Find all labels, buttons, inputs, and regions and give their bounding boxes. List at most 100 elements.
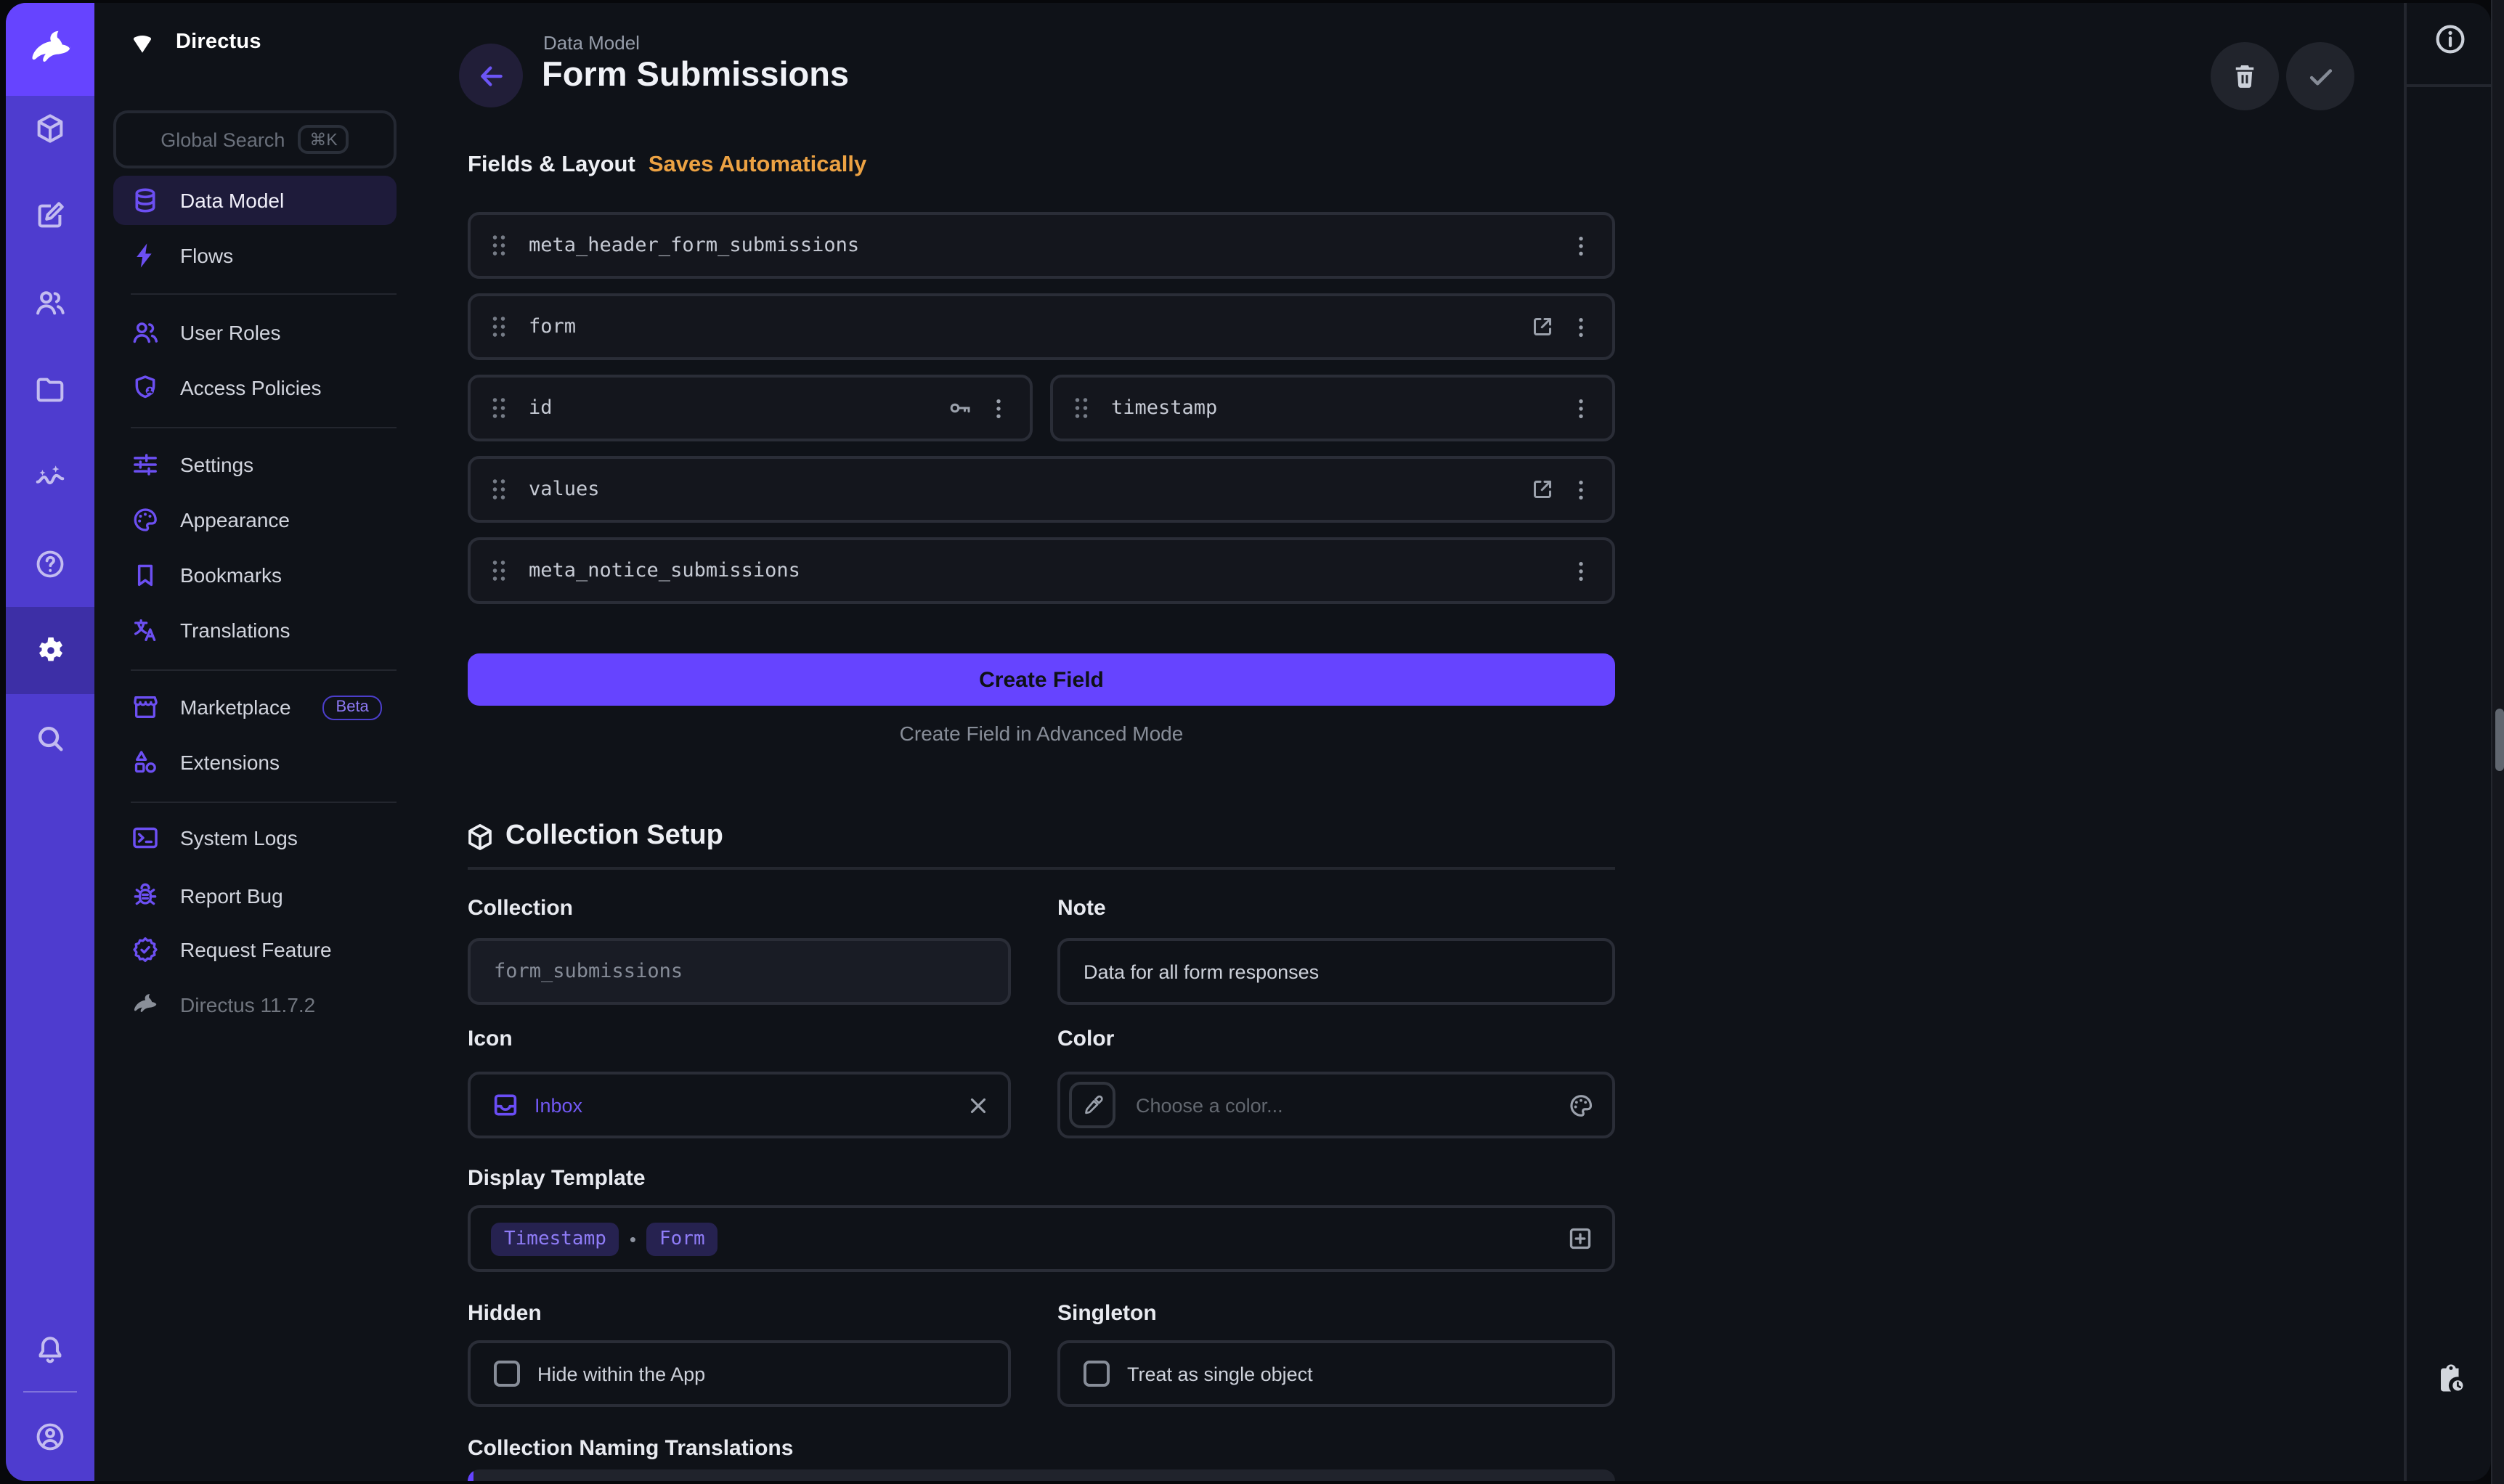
module-content-button[interactable] — [6, 84, 94, 171]
global-search-input[interactable]: Global Search ⌘K — [113, 110, 397, 168]
field-row-meta-header[interactable]: meta_header_form_submissions — [468, 212, 1615, 279]
module-editor-button[interactable] — [6, 171, 94, 258]
kebab-menu-icon[interactable] — [985, 394, 1012, 422]
sidebar-item-extensions[interactable]: Extensions — [113, 738, 397, 787]
module-files-button[interactable] — [6, 346, 94, 433]
sidebar-item-bookmarks[interactable]: Bookmarks — [113, 550, 397, 600]
delete-collection-button[interactable] — [2211, 42, 2279, 110]
sidebar-item-data-model[interactable]: Data Model — [113, 176, 397, 225]
beta-badge: Beta — [323, 695, 382, 719]
project-logo-icon — [128, 28, 157, 57]
color-input[interactable]: Choose a color... — [1057, 1072, 1615, 1138]
field-row-form[interactable]: form — [468, 293, 1615, 360]
collection-setup-heading: Collection Setup — [465, 820, 723, 852]
kebab-menu-icon[interactable] — [1567, 232, 1595, 259]
eyedropper-button[interactable] — [1069, 1082, 1115, 1128]
drag-handle-icon[interactable] — [488, 229, 510, 261]
collection-label: Collection — [468, 896, 573, 921]
open-relation-icon[interactable] — [1529, 476, 1556, 502]
advanced-mode-link[interactable]: Create Field in Advanced Mode — [468, 722, 1615, 745]
drag-handle-icon[interactable] — [488, 473, 510, 505]
scrollbar-thumb[interactable] — [2495, 709, 2503, 771]
field-row-values[interactable]: values — [468, 456, 1615, 523]
singleton-field[interactable]: Treat as single object — [1057, 1340, 1615, 1407]
icon-input[interactable]: Inbox — [468, 1072, 1011, 1138]
module-search-button[interactable] — [6, 694, 94, 781]
module-insights-button[interactable] — [6, 433, 94, 520]
save-button[interactable] — [2286, 42, 2354, 110]
module-help-button[interactable] — [6, 520, 94, 607]
singleton-checkbox[interactable] — [1084, 1361, 1110, 1387]
bolt-icon — [131, 241, 160, 270]
palette-icon[interactable] — [1567, 1091, 1595, 1119]
color-placeholder: Choose a color... — [1115, 1094, 1283, 1116]
scrollbar-track[interactable] — [2491, 0, 2504, 1484]
avatar-icon — [33, 1419, 67, 1453]
nav-divider — [131, 293, 397, 295]
open-relation-icon[interactable] — [1529, 314, 1556, 340]
settings-gear-icon — [33, 633, 68, 668]
hidden-checkbox[interactable] — [494, 1361, 520, 1387]
sidebar-item-version: Directus 11.7.2 — [113, 980, 397, 1030]
hidden-field[interactable]: Hide within the App — [468, 1340, 1011, 1407]
template-chip-timestamp[interactable]: Timestamp — [491, 1222, 619, 1255]
back-button[interactable] — [459, 44, 523, 107]
color-label: Color — [1057, 1027, 1114, 1051]
module-users-button[interactable] — [6, 258, 94, 346]
kebab-menu-icon[interactable] — [1567, 557, 1595, 584]
sidebar-item-report-bug[interactable]: Report Bug — [113, 871, 397, 921]
sidebar-item-translations[interactable]: Translations — [113, 606, 397, 655]
field-row-timestamp[interactable]: timestamp — [1050, 375, 1615, 441]
module-settings-button[interactable] — [6, 607, 94, 694]
drag-handle-icon[interactable] — [1070, 392, 1092, 424]
notifications-button[interactable] — [6, 1317, 94, 1381]
display-template-label: Display Template — [468, 1166, 646, 1191]
kebab-menu-icon[interactable] — [1567, 313, 1595, 341]
field-row-id[interactable]: id — [468, 375, 1033, 441]
sidebar-item-label: Report Bug — [180, 884, 283, 908]
check-icon — [2304, 60, 2336, 92]
field-name: meta_notice_submissions — [529, 559, 1567, 582]
sidebar-item-label: Bookmarks — [180, 563, 282, 587]
drag-handle-icon[interactable] — [488, 392, 510, 424]
field-row-meta-notice[interactable]: meta_notice_submissions — [468, 537, 1615, 604]
user-avatar-button[interactable] — [6, 1404, 94, 1468]
display-template-input[interactable]: Timestamp • Form — [468, 1205, 1615, 1272]
terminal-icon — [131, 823, 160, 852]
badge-check-icon — [131, 935, 160, 964]
translations-input-partial[interactable] — [468, 1469, 1615, 1481]
collection-value: form_submissions — [471, 960, 683, 983]
template-chip-form[interactable]: Form — [646, 1222, 718, 1255]
info-button[interactable] — [2407, 22, 2491, 57]
sidebar-item-user-roles[interactable]: User Roles — [113, 308, 397, 357]
sidebar-item-settings[interactable]: Settings — [113, 440, 397, 489]
sidebar-item-access-policies[interactable]: Access Policies — [113, 363, 397, 412]
sidebar-item-appearance[interactable]: Appearance — [113, 495, 397, 545]
revisions-button[interactable] — [2407, 1362, 2491, 1395]
add-box-icon[interactable] — [1566, 1224, 1595, 1253]
project-name: Directus — [176, 30, 261, 54]
sidebar-item-system-logs[interactable]: System Logs — [113, 813, 397, 863]
sidebar-item-label: Data Model — [180, 189, 284, 212]
sidebar-item-flows[interactable]: Flows — [113, 231, 397, 280]
kebab-menu-icon[interactable] — [1567, 476, 1595, 503]
bookmark-icon — [131, 560, 160, 590]
primary-key-icon — [947, 395, 973, 421]
directus-logo[interactable] — [6, 3, 94, 96]
create-field-button[interactable]: Create Field — [468, 653, 1615, 706]
bell-icon — [33, 1332, 67, 1366]
field-name: form — [529, 315, 1529, 338]
kebab-menu-icon[interactable] — [1567, 394, 1595, 422]
close-icon[interactable] — [966, 1093, 991, 1117]
arrow-left-icon — [476, 60, 506, 91]
sidebar-item-marketplace[interactable]: Marketplace Beta — [113, 682, 397, 732]
search-shortcut-badge: ⌘K — [298, 125, 349, 154]
drag-handle-icon[interactable] — [488, 555, 510, 587]
project-header[interactable]: Directus — [128, 28, 261, 57]
sidebar-item-request-feature[interactable]: Request Feature — [113, 925, 397, 974]
sidebar-item-label: User Roles — [180, 321, 281, 344]
note-input[interactable]: Data for all form responses — [1057, 938, 1615, 1005]
nav-divider — [131, 802, 397, 803]
hidden-label: Hidden — [468, 1301, 542, 1326]
drag-handle-icon[interactable] — [488, 311, 510, 343]
